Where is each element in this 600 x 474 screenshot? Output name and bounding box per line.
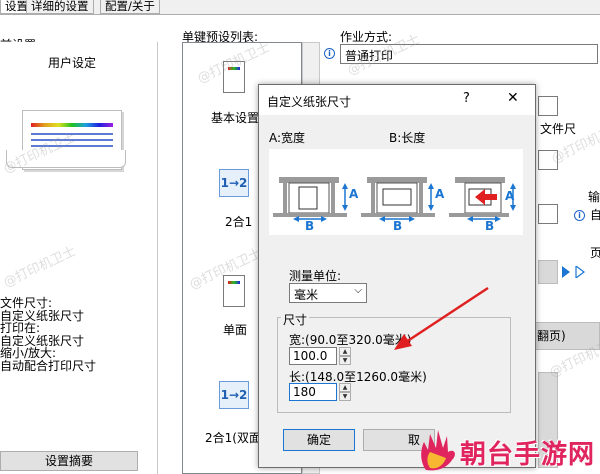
partial-label: 页 bbox=[590, 246, 600, 260]
printer-slot-icon bbox=[449, 177, 509, 217]
ok-button[interactable]: 确定 bbox=[283, 429, 355, 451]
summary-line: 文件尺寸: bbox=[0, 296, 53, 310]
dialog-title-bar: 自定义纸张尺寸 ? ✕ bbox=[259, 85, 535, 115]
dim-label-b: B bbox=[393, 219, 403, 233]
paper-size-dropdown-partial[interactable] bbox=[538, 96, 558, 116]
dialog-title: 自定义纸张尺寸 bbox=[267, 95, 352, 109]
dim-label-a: A bbox=[349, 187, 359, 201]
settings-summary-button[interactable]: 设置摘要 bbox=[0, 451, 138, 471]
document-icon bbox=[223, 275, 245, 307]
annotation-arrow bbox=[394, 286, 489, 350]
tab-label: 详细的设置 bbox=[31, 0, 89, 13]
partial-label: 输 bbox=[588, 190, 600, 204]
paper-orientation-illustration: A B A B A B bbox=[269, 149, 523, 235]
preset-item-2in1-duplex[interactable]: 2合1(双面 bbox=[205, 429, 261, 446]
preset-item-single[interactable]: 单面 bbox=[223, 321, 247, 338]
dim-label-a: A bbox=[505, 189, 515, 203]
user-setting-label: 用户设定 bbox=[48, 56, 97, 70]
two-in-one-icon: 1→2 bbox=[219, 381, 249, 409]
width-value: 100.0 bbox=[293, 349, 328, 363]
length-input[interactable]: 180 bbox=[289, 383, 337, 401]
partial-label: 自 bbox=[590, 208, 600, 222]
stepper-down-icon[interactable]: ▼ bbox=[339, 356, 351, 365]
info-icon[interactable]: i bbox=[574, 210, 585, 221]
dropdown-partial[interactable] bbox=[538, 204, 558, 224]
summary-line: 打印在: bbox=[0, 321, 41, 335]
width-stepper[interactable]: ▲ ▼ bbox=[339, 347, 351, 365]
length-stepper[interactable]: ▲ ▼ bbox=[339, 383, 351, 401]
tab-label: 配置/关于 bbox=[105, 0, 155, 13]
unit-label: 测量单位: bbox=[289, 269, 342, 283]
summary-line: 缩小/放大: bbox=[0, 346, 57, 360]
current-settings-panel: 用户设定 bbox=[0, 42, 158, 474]
close-button[interactable]: ✕ bbox=[507, 90, 519, 106]
length-value: 180 bbox=[293, 385, 316, 399]
preset-item-2in1[interactable]: 2合1 bbox=[225, 213, 252, 230]
width-input[interactable]: 100.0 bbox=[289, 347, 337, 365]
cancel-label: 取 bbox=[407, 433, 420, 447]
chevron-down-icon: ⌵ bbox=[354, 285, 362, 296]
width-caption: A:宽度 bbox=[269, 131, 306, 145]
partial-label: 文件尺 bbox=[540, 122, 577, 136]
dim-label-b: B bbox=[305, 219, 315, 233]
play-arrows-icon[interactable] bbox=[562, 266, 592, 278]
preset-item-basic[interactable]: 基本设置 bbox=[211, 109, 259, 126]
unit-select[interactable]: 毫米 ⌵ bbox=[289, 283, 367, 303]
dim-label-a: A bbox=[435, 187, 445, 201]
tab-label: 设置 bbox=[5, 0, 28, 13]
length-caption: B:长度 bbox=[389, 131, 426, 145]
summary-line: 自动配合打印尺寸 bbox=[0, 358, 97, 373]
help-button[interactable]: ? bbox=[463, 91, 470, 106]
hand-logo-icon bbox=[421, 430, 455, 471]
gray-dropdown[interactable] bbox=[538, 260, 558, 284]
printer-slot-icon bbox=[361, 177, 435, 217]
stepper-up-icon[interactable]: ▲ bbox=[339, 347, 351, 356]
custom-paper-size-dialog: 自定义纸张尺寸 ? ✕ A:宽度 B:长度 A B A B A B 测量单位: … bbox=[258, 84, 536, 468]
stepper-down-icon[interactable]: ▼ bbox=[339, 392, 351, 401]
tab-strip: 设置 详细的设置 配置/关于 bbox=[0, 0, 600, 14]
site-logo-text: 朝台手游网 bbox=[460, 440, 596, 470]
stepper-up-icon[interactable]: ▲ bbox=[339, 383, 351, 392]
settings-summary: 文件尺寸: 自定义纸张尺寸 打印在: 自定义纸张尺寸 缩小/放大: 自动配合打印… bbox=[0, 297, 96, 372]
tab-detailed-settings[interactable]: 详细的设置 bbox=[26, 0, 94, 14]
tab-config-about[interactable]: 配置/关于 bbox=[100, 0, 160, 14]
site-logo: 朝台手游网 bbox=[418, 426, 600, 474]
printer-slot-icon bbox=[273, 177, 347, 217]
dim-label-b: B bbox=[485, 219, 495, 233]
binding-option-label: 翻页) bbox=[537, 329, 566, 343]
two-in-one-icon: 1→2 bbox=[219, 169, 249, 197]
size-group-label: 尺寸 bbox=[281, 311, 310, 328]
unit-value: 毫米 bbox=[294, 288, 319, 302]
info-icon[interactable]: i bbox=[324, 48, 335, 59]
